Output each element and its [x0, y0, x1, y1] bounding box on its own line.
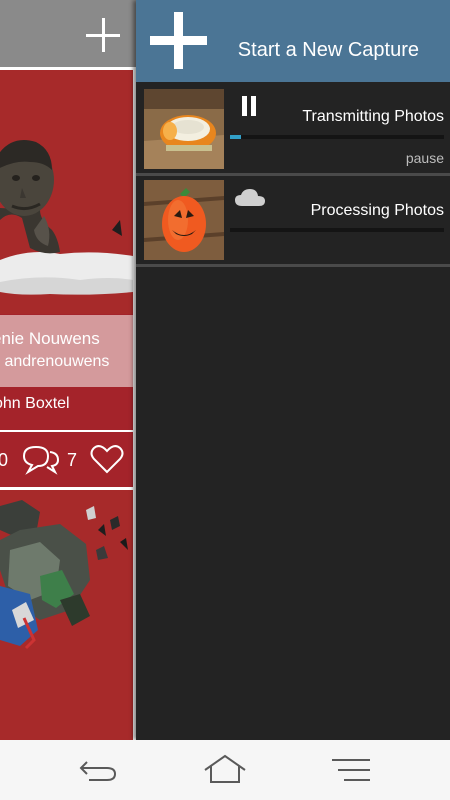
upload-progress-fill — [230, 135, 241, 139]
capture-item-processing[interactable]: Processing Photos — [136, 176, 450, 268]
card-byline[interactable]: y andrenouwens — [0, 353, 109, 371]
scene-model-image — [0, 490, 133, 740]
sink-toy-thumbnail — [144, 89, 224, 169]
upload-progress-bar — [230, 135, 444, 139]
new-capture-title: Start a New Capture — [237, 39, 419, 61]
back-icon — [79, 761, 117, 781]
home-icon — [204, 754, 246, 783]
card-author: ohn Boxtel — [0, 395, 70, 412]
navigation-bar — [0, 740, 450, 800]
pause-button[interactable]: pause — [406, 150, 444, 166]
cloud-icon — [235, 189, 265, 206]
capture-status-title: Processing Photos — [310, 202, 444, 219]
bust-sculpture-image — [0, 70, 133, 314]
add-icon[interactable] — [86, 18, 120, 52]
capture-item-transmitting[interactable]: Transmitting Photos pause — [136, 82, 450, 176]
capture-status-title: Transmitting Photos — [302, 108, 444, 125]
feed-card-2[interactable] — [0, 490, 133, 740]
card-stats: 0 7 — [0, 432, 133, 487]
plus-icon — [150, 12, 207, 69]
pumpkin-toy-thumbnail — [144, 180, 224, 260]
new-capture-button[interactable]: Start a New Capture — [136, 0, 450, 82]
comments-count: 0 — [0, 450, 9, 470]
heart-icon[interactable] — [90, 444, 124, 474]
menu-button[interactable] — [330, 752, 374, 788]
feed-panel: enie Nouwens y andrenouwens ohn Boxtel 0… — [0, 0, 136, 740]
likes-count: 7 — [67, 450, 78, 470]
processing-progress-bar — [230, 228, 444, 232]
capture-thumbnail — [144, 89, 224, 169]
card-info: enie Nouwens y andrenouwens — [0, 315, 133, 387]
menu-icon — [332, 759, 370, 781]
capture-drawer: Start a New Capture Transmitting Photos … — [136, 0, 450, 740]
model-preview-bust[interactable] — [0, 70, 133, 314]
feed-card[interactable]: enie Nouwens y andrenouwens ohn Boxtel 0… — [0, 70, 133, 487]
item-divider — [136, 264, 450, 267]
pause-icon[interactable] — [241, 96, 257, 116]
capture-thumbnail — [144, 180, 224, 260]
comment-icon[interactable] — [22, 443, 60, 475]
feed-topbar — [0, 0, 136, 67]
back-button[interactable] — [75, 752, 119, 788]
home-button[interactable] — [203, 752, 247, 788]
card-title[interactable]: enie Nouwens — [0, 329, 100, 349]
